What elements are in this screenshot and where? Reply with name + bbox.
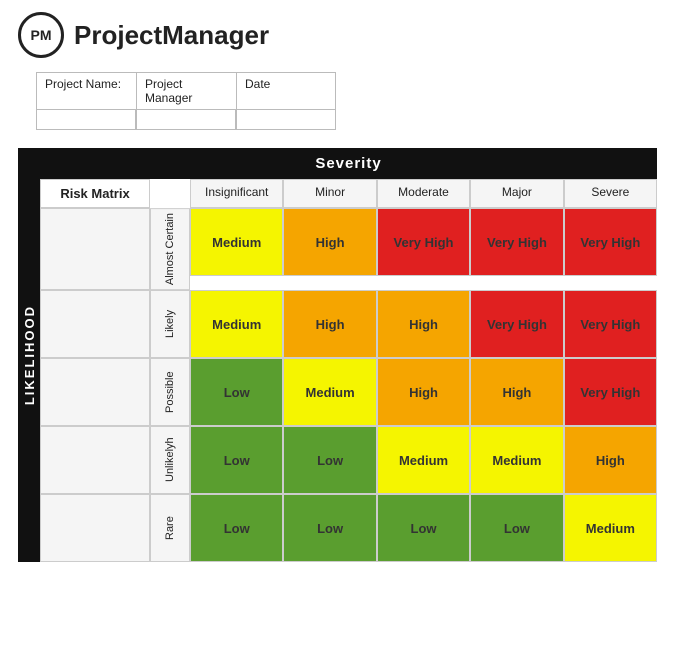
row-label-likely: Likely — [150, 290, 190, 358]
col-header-moderate: Moderate — [377, 179, 470, 208]
risk-matrix-section: Likelihood Severity Risk Matrix Insignif… — [18, 148, 657, 562]
matrix-outer: Likelihood Severity Risk Matrix Insignif… — [18, 148, 657, 562]
row-label-almost-certain: Almost Certain — [150, 208, 190, 290]
matrix-cell: Medium — [190, 290, 283, 358]
date-input[interactable] — [236, 110, 336, 130]
severity-header: Severity — [40, 148, 657, 179]
matrix-cell: Very High — [470, 208, 563, 276]
row-label-unlikelyh: Unlikelyh — [150, 426, 190, 494]
matrix-cell: Very High — [564, 358, 657, 426]
row-spacer — [40, 290, 150, 358]
row-label-possible: Possible — [150, 358, 190, 426]
app-title: ProjectManager — [74, 20, 269, 51]
matrix-cell: High — [377, 358, 470, 426]
project-manager-label: Project Manager — [137, 73, 237, 109]
matrix-cell: Low — [190, 426, 283, 494]
col-headers-row: Risk Matrix Insignificant Minor Moderate… — [40, 179, 657, 208]
matrix-cell: Very High — [564, 208, 657, 276]
matrix-cell: Medium — [564, 494, 657, 562]
project-name-label: Project Name: — [37, 73, 137, 109]
form-labels-row: Project Name: Project Manager Date — [36, 72, 336, 110]
matrix-cell: Low — [470, 494, 563, 562]
row-header-spacer — [150, 179, 190, 208]
matrix-cell: High — [564, 426, 657, 494]
row-label-rare: Rare — [150, 494, 190, 562]
matrix-data-row: Almost CertainMediumHighVery HighVery Hi… — [40, 208, 657, 290]
project-manager-input[interactable] — [136, 110, 236, 130]
matrix-cell: Very High — [564, 290, 657, 358]
header: PM ProjectManager — [0, 0, 675, 66]
matrix-cell: Medium — [470, 426, 563, 494]
matrix-cell: High — [283, 290, 376, 358]
matrix-data-row: RareLowLowLowLowMedium — [40, 494, 657, 562]
matrix-cell: Low — [190, 358, 283, 426]
matrix-cell: Low — [283, 426, 376, 494]
matrix-data-row: UnlikelyhLowLowMediumMediumHigh — [40, 426, 657, 494]
risk-matrix-label: Risk Matrix — [40, 179, 150, 208]
col-header-severe: Severe — [564, 179, 657, 208]
matrix-data-row: PossibleLowMediumHighHighVery High — [40, 358, 657, 426]
row-spacer — [40, 494, 150, 562]
matrix-cell: Medium — [283, 358, 376, 426]
likelihood-label-col: Likelihood — [18, 148, 40, 562]
matrix-data-rows: Almost CertainMediumHighVery HighVery Hi… — [40, 208, 657, 562]
matrix-cell: High — [377, 290, 470, 358]
col-header-insignificant: Insignificant — [190, 179, 283, 208]
row-spacer — [40, 358, 150, 426]
date-label: Date — [237, 73, 337, 109]
matrix-cell: Low — [283, 494, 376, 562]
matrix-cell: High — [470, 358, 563, 426]
form-inputs-row — [36, 110, 336, 130]
matrix-cell: Medium — [190, 208, 283, 276]
matrix-cell: High — [283, 208, 376, 276]
row-spacer — [40, 208, 150, 290]
col-header-minor: Minor — [283, 179, 376, 208]
likelihood-label: Likelihood — [22, 305, 37, 405]
col-header-major: Major — [470, 179, 563, 208]
matrix-cell: Very High — [377, 208, 470, 276]
matrix-cell: Low — [377, 494, 470, 562]
matrix-data-row: LikelyMediumHighHighVery HighVery High — [40, 290, 657, 358]
matrix-cell: Low — [190, 494, 283, 562]
logo-icon: PM — [18, 12, 64, 58]
matrix-cell: Medium — [377, 426, 470, 494]
matrix-cell: Very High — [470, 290, 563, 358]
matrix-inner: Severity Risk Matrix Insignificant Minor… — [40, 148, 657, 562]
project-name-input[interactable] — [36, 110, 136, 130]
row-spacer — [40, 426, 150, 494]
